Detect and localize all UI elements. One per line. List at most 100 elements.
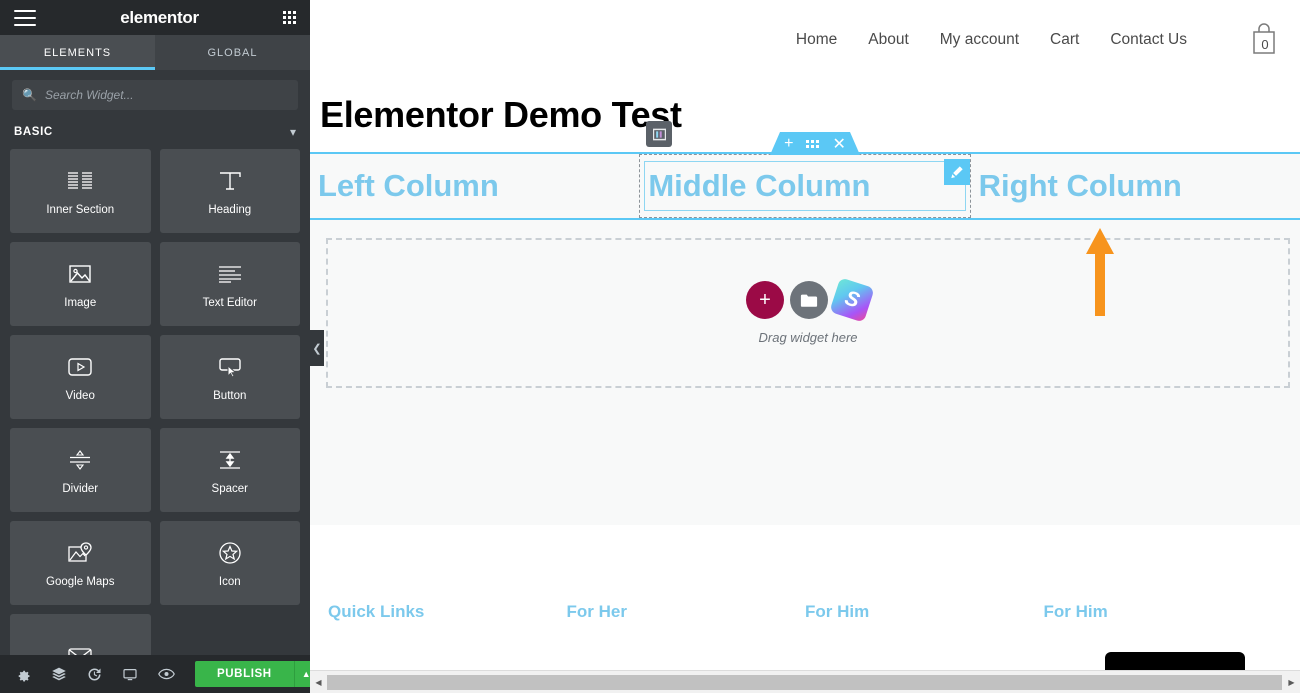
drag-dots-icon[interactable] bbox=[806, 140, 819, 148]
history-icon[interactable] bbox=[87, 667, 102, 682]
nav-item-cart[interactable]: Cart bbox=[1050, 31, 1079, 49]
publish-group: PUBLISH ▲ bbox=[195, 661, 318, 687]
footer-heading: For Her bbox=[566, 602, 627, 621]
nav-item-my-account[interactable]: My account bbox=[940, 31, 1019, 49]
nav-item-contact-us[interactable]: Contact Us bbox=[1110, 31, 1187, 49]
image-icon bbox=[65, 260, 95, 288]
horizontal-scrollbar[interactable]: ◀ ▶ bbox=[310, 670, 1300, 693]
navigator-layers-icon[interactable] bbox=[51, 666, 67, 682]
pencil-edit-icon[interactable] bbox=[943, 159, 970, 185]
nav-item-about[interactable]: About bbox=[868, 31, 909, 49]
widget-label: Icon bbox=[218, 575, 241, 588]
footer-column-for-her: For Her bbox=[567, 602, 806, 622]
widget-spacer[interactable]: Spacer bbox=[159, 428, 300, 512]
panel-footer: PUBLISH ▲ bbox=[0, 655, 318, 693]
footer-columns: Quick Links For Her For Him For Him bbox=[310, 577, 1300, 622]
column-middle-outline bbox=[644, 161, 966, 211]
responsive-monitor-icon[interactable] bbox=[122, 667, 138, 682]
google-maps-pin-icon bbox=[65, 539, 95, 567]
chevron-down-icon: ▾ bbox=[289, 125, 296, 139]
scroll-left-arrow[interactable]: ◀ bbox=[310, 671, 327, 693]
spacer-icon bbox=[215, 446, 245, 474]
page-title: Elementor Demo Test bbox=[320, 94, 682, 135]
folder-icon[interactable] bbox=[790, 281, 828, 319]
scrollbar-thumb[interactable] bbox=[327, 674, 1282, 690]
column-left[interactable]: Left Column bbox=[310, 154, 639, 218]
cart-count: 0 bbox=[1261, 37, 1269, 52]
tab-elements[interactable]: ELEMENTS bbox=[0, 35, 155, 70]
footer-column-for-him-2: For Him bbox=[1044, 602, 1283, 622]
widget-heading[interactable]: Heading bbox=[159, 149, 300, 233]
text-editor-icon bbox=[215, 260, 245, 288]
scroll-right-arrow[interactable]: ▶ bbox=[1283, 671, 1300, 693]
widget-label: Inner Section bbox=[46, 203, 115, 216]
widget-label: Text Editor bbox=[202, 296, 257, 309]
inner-section-icon bbox=[65, 167, 95, 195]
widget-label: Spacer bbox=[211, 482, 248, 495]
widget-icon[interactable]: Icon bbox=[159, 521, 300, 605]
search-icon: 🔍 bbox=[22, 88, 37, 102]
star-circle-icon bbox=[215, 539, 245, 567]
panel-collapse-handle[interactable]: ❮ bbox=[310, 330, 324, 366]
heading-t-icon bbox=[215, 167, 245, 195]
drop-zone-label: Drag widget here bbox=[758, 330, 858, 345]
shopping-bag-icon[interactable]: 0 bbox=[1250, 22, 1280, 58]
settings-gear-icon[interactable] bbox=[16, 667, 31, 682]
column-right-heading: Right Column bbox=[978, 168, 1182, 203]
category-basic[interactable]: BASIC ▾ bbox=[0, 118, 310, 149]
panel-body: 🔍 BASIC ▾ bbox=[0, 70, 310, 693]
scrollbar-track[interactable] bbox=[327, 671, 1283, 693]
widget-text-editor[interactable]: Text Editor bbox=[159, 242, 300, 326]
grid-apps-icon[interactable] bbox=[283, 11, 296, 24]
site-footer: Quick Links For Her For Him For Him bbox=[310, 577, 1300, 674]
elementor-panel: elementor ELEMENTS GLOBAL 🔍 BASIC ▾ bbox=[0, 0, 318, 693]
button-cursor-icon bbox=[215, 353, 245, 381]
panel-tabs: ELEMENTS GLOBAL bbox=[0, 35, 310, 70]
widget-image[interactable]: Image bbox=[10, 242, 151, 326]
search-row: 🔍 bbox=[0, 70, 310, 118]
elementor-editor: elementor ELEMENTS GLOBAL 🔍 BASIC ▾ bbox=[0, 0, 1300, 693]
divider-icon bbox=[65, 446, 95, 474]
add-widget-button[interactable]: + bbox=[746, 281, 784, 319]
hamburger-icon[interactable] bbox=[14, 9, 36, 26]
column-middle[interactable]: Middle Column bbox=[639, 121, 971, 218]
widget-google-maps[interactable]: Google Maps bbox=[10, 521, 151, 605]
search-input[interactable] bbox=[44, 88, 288, 102]
widget-label: Heading bbox=[208, 203, 252, 216]
video-play-icon bbox=[65, 353, 95, 381]
category-label: BASIC bbox=[14, 126, 53, 138]
section-columns[interactable]: + ✕ Left Column Middle Column Right Colu… bbox=[310, 121, 1300, 220]
section-toolbar: + ✕ bbox=[770, 132, 860, 155]
footer-heading: Quick Links bbox=[328, 602, 425, 621]
widget-label: Image bbox=[64, 296, 97, 309]
search-box[interactable]: 🔍 bbox=[12, 80, 298, 110]
widget-inner-section[interactable]: Inner Section bbox=[10, 149, 151, 233]
drop-zone-buttons: + S bbox=[746, 277, 875, 323]
elementor-logo: elementor bbox=[120, 7, 199, 27]
widget-grid: Inner Section Heading Image Text Editor … bbox=[0, 149, 310, 693]
site-header: Home About My account Cart Contact Us 0 bbox=[310, 0, 1300, 80]
column-left-heading: Left Column bbox=[318, 168, 499, 203]
footer-column-quick-links: Quick Links bbox=[328, 602, 567, 622]
publish-button[interactable]: PUBLISH bbox=[195, 661, 294, 687]
sl-logo-icon[interactable]: S bbox=[829, 277, 875, 323]
widget-video[interactable]: Video bbox=[10, 335, 151, 419]
drop-widget-zone[interactable]: + S Drag widget here bbox=[326, 238, 1290, 388]
preview-eye-icon[interactable] bbox=[158, 667, 175, 681]
column-right[interactable]: Right Column bbox=[971, 154, 1300, 218]
widget-label: Video bbox=[65, 389, 95, 402]
footer-heading: For Him bbox=[1043, 602, 1108, 621]
widget-divider[interactable]: Divider bbox=[10, 428, 151, 512]
widget-label: Divider bbox=[62, 482, 99, 495]
footer-column-for-him-1: For Him bbox=[805, 602, 1044, 622]
widget-label: Google Maps bbox=[46, 575, 115, 588]
panel-header: elementor bbox=[0, 0, 310, 35]
column-layout-icon[interactable] bbox=[646, 121, 673, 147]
widget-label: Button bbox=[213, 389, 247, 402]
tab-global[interactable]: GLOBAL bbox=[155, 35, 310, 70]
widget-button[interactable]: Button bbox=[159, 335, 300, 419]
close-x-icon[interactable]: ✕ bbox=[832, 134, 845, 154]
nav-item-home[interactable]: Home bbox=[796, 31, 837, 49]
plus-icon[interactable]: + bbox=[784, 135, 793, 153]
preview-canvas: Home About My account Cart Contact Us 0 … bbox=[310, 0, 1300, 693]
